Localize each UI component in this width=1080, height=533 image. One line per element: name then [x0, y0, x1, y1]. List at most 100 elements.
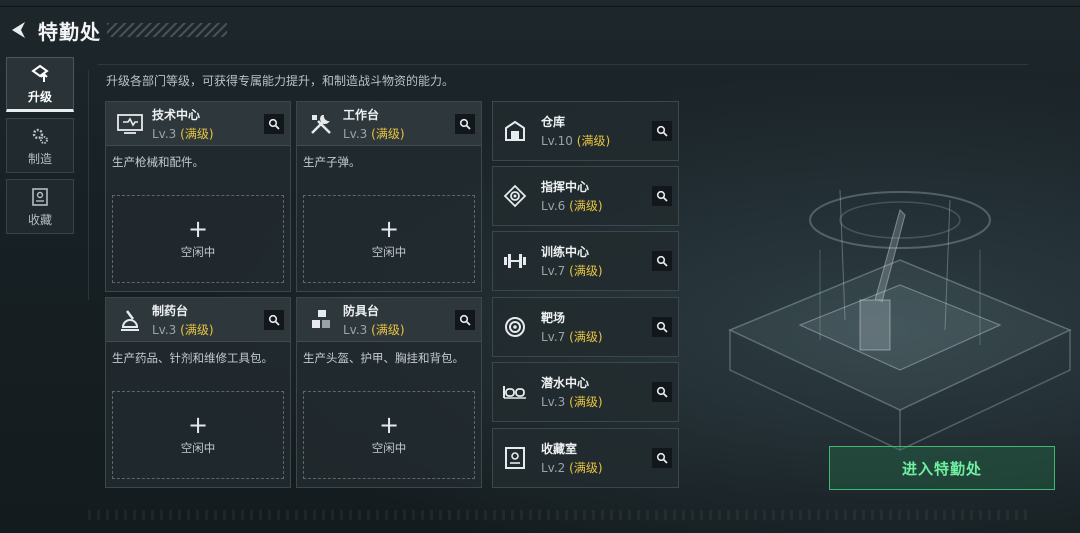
tools-icon [303, 107, 339, 141]
facility-name: 靶场 [541, 311, 566, 325]
slot-status: 空闲中 [180, 245, 216, 259]
station-level: Lv.3 (满级) [343, 126, 405, 141]
search-icon [459, 118, 471, 130]
search-icon [656, 452, 668, 464]
slot-status: 空闲中 [371, 441, 407, 455]
production-slot[interactable]: + 空闲中 [112, 391, 284, 479]
inspect-button[interactable] [652, 317, 672, 337]
tab-collection[interactable]: 收藏 [6, 179, 74, 234]
search-icon [656, 190, 668, 202]
command-center-icon [499, 180, 531, 212]
pharmacy-icon [112, 303, 148, 337]
description-divider [98, 64, 1028, 65]
facility-level: Lv.3 (满级) [541, 395, 603, 409]
station-card-armor[interactable]: 防具台 Lv.3 (满级) 生产头盔、护甲、胸挂和背包。 + 空闲中 [296, 297, 482, 488]
enter-button-label: 进入特勤处 [901, 459, 982, 478]
slot-status: 空闲中 [180, 441, 216, 455]
inspect-button[interactable] [455, 310, 475, 330]
add-icon: + [378, 215, 400, 243]
sidebar: 升级 制造 收藏 [6, 57, 74, 240]
facility-row-warehouse[interactable]: 仓库 Lv.10 (满级) [492, 101, 679, 161]
facility-hologram [728, 189, 1072, 451]
station-name: 工作台 [343, 107, 380, 122]
facility-level: Lv.10 (满级) [541, 134, 611, 148]
dumbbell-icon [499, 245, 531, 277]
station-description: 生产枪械和配件。 [112, 155, 204, 169]
footer-decoration [88, 510, 1028, 520]
inspect-button[interactable] [455, 114, 475, 134]
tech-center-icon [112, 107, 148, 141]
station-card-workbench[interactable]: 工作台 Lv.3 (满级) 生产子弹。 + 空闲中 [296, 101, 482, 292]
target-icon [499, 311, 531, 343]
station-level: Lv.3 (满级) [152, 126, 214, 141]
facility-level: Lv.6 (满级) [541, 199, 603, 213]
station-card-pharmacy[interactable]: 制药台 Lv.3 (满级) 生产药品、针剂和维修工具包。 + 空闲中 [105, 297, 291, 488]
page-title: 特勤处 [38, 19, 101, 44]
collection-room-icon [499, 442, 531, 474]
top-divider [0, 6, 1080, 7]
facility-name: 训练中心 [541, 245, 590, 259]
production-slot[interactable]: + 空闲中 [303, 391, 475, 479]
facility-name: 收藏室 [541, 442, 578, 456]
search-icon [656, 125, 668, 137]
inspect-button[interactable] [652, 186, 672, 206]
tab-collection-label: 收藏 [27, 212, 52, 227]
sidebar-divider [88, 70, 89, 300]
station-name: 技术中心 [152, 107, 201, 122]
card-header: 工作台 Lv.3 (满级) [297, 102, 481, 146]
station-description: 生产头盔、护甲、胸挂和背包。 [303, 351, 464, 365]
add-icon: + [187, 215, 209, 243]
station-description: 生产子弹。 [303, 155, 361, 169]
inspect-button[interactable] [264, 114, 284, 134]
station-level: Lv.3 (满级) [152, 322, 214, 337]
inspect-button[interactable] [652, 121, 672, 141]
facility-name: 潜水中心 [541, 376, 590, 390]
facility-name: 仓库 [541, 115, 566, 129]
armor-icon [303, 303, 339, 337]
search-icon [268, 314, 280, 326]
inspect-button[interactable] [652, 251, 672, 271]
production-slot[interactable]: + 空闲中 [303, 195, 475, 283]
search-icon [656, 386, 668, 398]
facility-row-command-center[interactable]: 指挥中心 Lv.6 (满级) [492, 166, 679, 226]
tab-upgrade[interactable]: 升级 [6, 57, 74, 112]
inspect-button[interactable] [652, 382, 672, 402]
station-card-tech-center[interactable]: 技术中心 Lv.3 (满级) 生产枪械和配件。 + 空闲中 [105, 101, 291, 292]
inspect-button[interactable] [264, 310, 284, 330]
card-header: 制药台 Lv.3 (满级) [106, 298, 290, 342]
station-description: 生产药品、针剂和维修工具包。 [112, 351, 273, 365]
facility-level: Lv.2 (满级) [541, 461, 603, 475]
goggles-icon [499, 376, 531, 408]
facility-level: Lv.7 (满级) [541, 264, 603, 278]
facility-row-collection-room[interactable]: 收藏室 Lv.2 (满级) [492, 428, 679, 488]
card-header: 防具台 Lv.3 (满级) [297, 298, 481, 342]
title-decoration [107, 23, 227, 37]
station-level: Lv.3 (满级) [343, 322, 405, 337]
collection-icon [31, 186, 49, 208]
search-icon [459, 314, 471, 326]
tab-craft[interactable]: 制造 [6, 118, 74, 173]
page-header: 特勤处 [4, 12, 227, 48]
search-icon [268, 118, 280, 130]
facility-row-diving-center[interactable]: 潜水中心 Lv.3 (满级) [492, 362, 679, 422]
facility-row-shooting-range[interactable]: 靶场 Lv.7 (满级) [492, 297, 679, 357]
search-icon [656, 255, 668, 267]
production-slot[interactable]: + 空闲中 [112, 195, 284, 283]
add-icon: + [378, 411, 400, 439]
station-name: 防具台 [343, 303, 380, 318]
search-icon [656, 321, 668, 333]
slot-status: 空闲中 [371, 245, 407, 259]
card-header: 技术中心 Lv.3 (满级) [106, 102, 290, 146]
upgrade-description: 升级各部门等级，可获得专属能力提升，和制造战斗物资的能力。 [106, 74, 455, 88]
station-name: 制药台 [152, 303, 189, 318]
back-button[interactable] [4, 15, 34, 45]
inspect-button[interactable] [652, 448, 672, 468]
facility-row-training-center[interactable]: 训练中心 Lv.7 (满级) [492, 231, 679, 291]
tab-upgrade-label: 升级 [27, 89, 52, 104]
gears-icon [30, 125, 50, 147]
tab-craft-label: 制造 [27, 151, 52, 166]
add-icon: + [187, 411, 209, 439]
enter-special-ops-button[interactable]: 进入特勤处 [829, 446, 1055, 490]
warehouse-icon [499, 115, 531, 147]
facility-level: Lv.7 (满级) [541, 330, 603, 344]
